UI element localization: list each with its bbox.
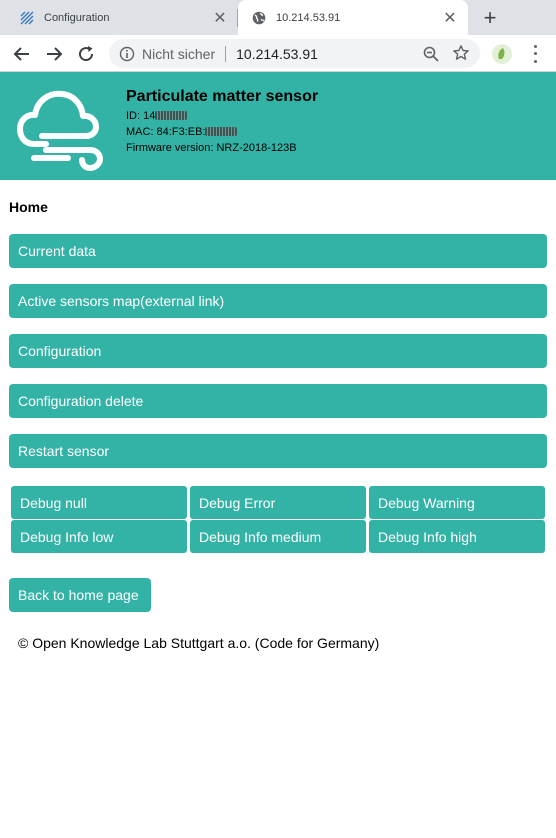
forward-arrow-icon[interactable] bbox=[41, 41, 67, 67]
configuration-button[interactable]: Configuration bbox=[9, 334, 547, 368]
debug-null-button[interactable]: Debug null bbox=[11, 486, 187, 519]
header-banner: Particulate matter sensor ID: 14 MAC: 84… bbox=[0, 72, 556, 180]
debug-error-button[interactable]: Debug Error bbox=[190, 486, 366, 519]
redacted-id bbox=[155, 111, 188, 120]
restart-sensor-button[interactable]: Restart sensor bbox=[9, 434, 547, 468]
configuration-delete-button[interactable]: Configuration delete bbox=[9, 384, 547, 418]
back-arrow-icon[interactable] bbox=[9, 41, 35, 67]
tab-active-page[interactable]: 10.214.53.91 ✕ bbox=[238, 0, 468, 36]
sensor-favicon-icon bbox=[20, 11, 34, 24]
cloud-wind-logo-icon bbox=[17, 90, 103, 171]
debug-info-medium-button[interactable]: Debug Info medium bbox=[190, 520, 366, 553]
address-bar[interactable]: Nicht sicher 10.214.53.91 bbox=[109, 39, 480, 68]
globe-icon bbox=[252, 11, 266, 25]
sensor-title: Particulate matter sensor bbox=[126, 88, 319, 105]
tab-strip: Configuration ✕ 10.214.53.91 ✕ + bbox=[0, 0, 556, 36]
sensors-map-link[interactable]: Active sensors map(external link) bbox=[9, 284, 547, 318]
debug-info-high-button[interactable]: Debug Info high bbox=[369, 520, 545, 553]
zoom-out-icon[interactable] bbox=[422, 45, 440, 63]
sensor-id-label: ID: 14 bbox=[126, 110, 156, 122]
browser-menu-icon[interactable] bbox=[526, 43, 544, 65]
sensor-mac: MAC: 84:F3:EB: bbox=[126, 126, 238, 138]
tab-title: Configuration bbox=[44, 11, 110, 24]
current-data-button[interactable]: Current data bbox=[9, 234, 547, 268]
debug-warning-button[interactable]: Debug Warning bbox=[369, 486, 545, 519]
info-icon[interactable] bbox=[119, 46, 135, 62]
debug-info-low-button[interactable]: Debug Info low bbox=[11, 520, 187, 553]
close-tab-icon[interactable]: ✕ bbox=[440, 8, 460, 28]
new-tab-button[interactable]: + bbox=[478, 5, 502, 30]
extension-icon[interactable] bbox=[491, 43, 513, 65]
back-to-home-button[interactable]: Back to home page bbox=[9, 578, 151, 612]
close-tab-icon[interactable]: ✕ bbox=[210, 8, 230, 28]
firmware-version: Firmware version: NRZ-2018-123B bbox=[126, 142, 297, 154]
sensor-mac-label: MAC: 84:F3:EB: bbox=[126, 126, 206, 138]
tab-configuration[interactable]: Configuration ✕ bbox=[0, 0, 238, 35]
redacted-mac bbox=[205, 127, 238, 136]
browser-toolbar: Nicht sicher 10.214.53.91 bbox=[0, 35, 556, 72]
sensor-id: ID: 14 bbox=[126, 110, 188, 122]
omnibox-divider bbox=[225, 45, 227, 62]
bookmark-star-icon[interactable] bbox=[452, 44, 470, 62]
security-label: Nicht sicher bbox=[142, 45, 216, 62]
page-content: Particulate matter sensor ID: 14 MAC: 84… bbox=[0, 72, 556, 838]
url-text[interactable]: 10.214.53.91 bbox=[236, 46, 318, 62]
reload-icon[interactable] bbox=[73, 41, 99, 67]
tab-title: 10.214.53.91 bbox=[276, 12, 341, 24]
footer-credit: © Open Knowledge Lab Stuttgart a.o. (Cod… bbox=[18, 635, 380, 651]
page-title: Home bbox=[9, 199, 48, 215]
